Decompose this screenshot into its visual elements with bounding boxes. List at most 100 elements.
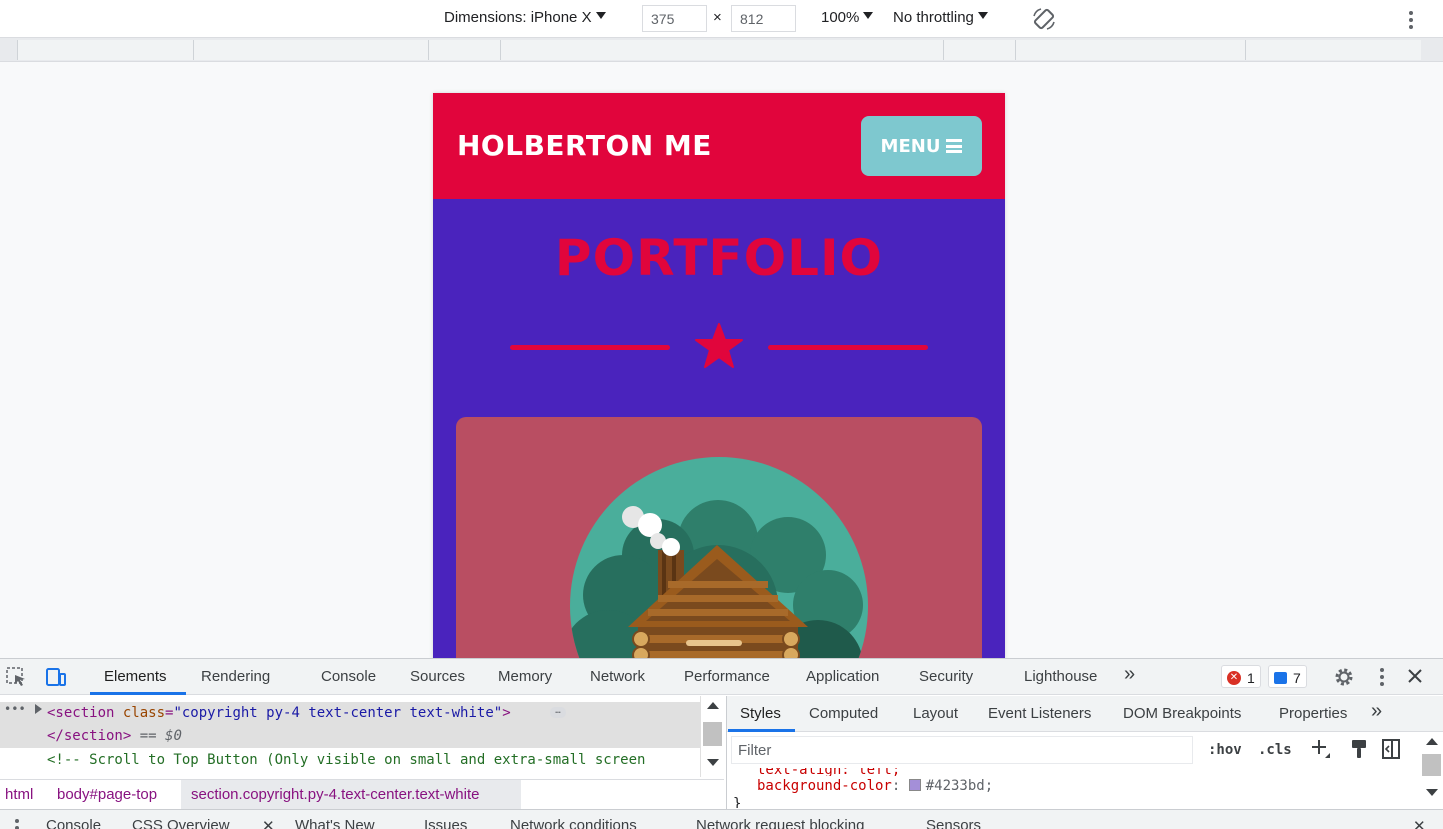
tab-application[interactable]: Application: [806, 668, 879, 685]
drawer-tab-css-overview[interactable]: CSS Overview: [132, 817, 230, 829]
height-input[interactable]: 812: [731, 5, 796, 32]
dimension-separator: ×: [713, 9, 722, 26]
scroll-up-icon[interactable]: [1426, 738, 1438, 745]
tab-lighthouse[interactable]: Lighthouse: [1024, 668, 1097, 685]
drawer-menu-icon[interactable]: [13, 818, 21, 829]
tab-event-listeners[interactable]: Event Listeners: [988, 705, 1091, 722]
inspect-element-icon[interactable]: [6, 667, 28, 687]
divider-line-right: [768, 345, 928, 350]
css-declaration[interactable]: background-color: #4233bd;: [757, 778, 993, 794]
drawer-tab-network-conditions[interactable]: Network conditions: [510, 817, 637, 829]
site-brand[interactable]: HOLBERTON ME: [457, 129, 712, 162]
devtools-panel: Elements Rendering Console Sources Memor…: [0, 658, 1443, 829]
scroll-down-icon[interactable]: [707, 759, 719, 766]
styles-scrollbar[interactable]: [1420, 732, 1443, 809]
scroll-down-icon[interactable]: [1426, 789, 1438, 796]
customize-menu-icon[interactable]: [1376, 667, 1388, 687]
throttling-select[interactable]: No throttling: [893, 9, 988, 26]
dom-node-section[interactable]: <section class="copyright py-4 text-cent…: [47, 705, 511, 721]
zoom-label: 100%: [821, 9, 860, 26]
crumb-section[interactable]: section.copyright.py-4.text-center.text-…: [191, 786, 479, 803]
toggle-sidebar-icon[interactable]: [1381, 738, 1401, 760]
drawer-tab-issues[interactable]: Issues: [424, 817, 467, 829]
device-toggle-icon[interactable]: [45, 667, 67, 687]
tab-sources[interactable]: Sources: [410, 668, 465, 685]
site-navbar: HOLBERTON ME MENU: [433, 93, 1005, 199]
menu-button[interactable]: MENU: [861, 116, 982, 176]
media-query-segment[interactable]: [428, 40, 500, 60]
tab-properties[interactable]: Properties: [1279, 705, 1347, 722]
tab-elements[interactable]: Elements: [104, 668, 167, 685]
drawer-tab-bar: Console CSS Overview ✕ What's New Issues…: [0, 809, 1443, 829]
scrollbar-thumb[interactable]: [1422, 754, 1441, 776]
expand-arrow-icon[interactable]: [35, 704, 42, 714]
errors-badge[interactable]: ✕ 1: [1221, 665, 1261, 688]
more-options-icon[interactable]: [1405, 10, 1417, 30]
dom-node-section-close[interactable]: </section> == $0: [47, 728, 182, 744]
media-query-bar: [0, 38, 1443, 62]
device-toolbar: Dimensions: iPhone X 375 × 812 100% No t…: [0, 0, 1443, 38]
node-options-icon[interactable]: •••: [4, 702, 26, 716]
cabin-illustration: [570, 457, 868, 658]
media-query-segment[interactable]: [943, 40, 1015, 60]
tab-layout[interactable]: Layout: [913, 705, 958, 722]
tab-security[interactable]: Security: [919, 668, 973, 685]
tab-dom-breakpoints[interactable]: DOM Breakpoints: [1123, 705, 1241, 722]
chevron-down-icon: [977, 12, 988, 19]
drawer-tab-whats-new[interactable]: What's New: [295, 817, 375, 829]
drawer-tab-sensors[interactable]: Sensors: [926, 817, 981, 829]
hamburger-icon: [946, 139, 963, 153]
tab-network[interactable]: Network: [590, 668, 645, 685]
media-query-segment[interactable]: [500, 40, 943, 60]
close-icon[interactable]: ✕: [262, 817, 275, 829]
styles-tab-bar: Styles Computed Layout Event Listeners D…: [727, 696, 1443, 732]
styles-filter-input[interactable]: Filter: [731, 736, 1193, 764]
media-query-segment[interactable]: [193, 40, 428, 60]
scrollbar-thumb[interactable]: [703, 722, 722, 746]
drawer-tab-console[interactable]: Console: [46, 817, 101, 829]
more-tabs-icon[interactable]: »: [1371, 700, 1382, 723]
attr-value: "copyright py-4 text-center text-white": [173, 705, 503, 721]
close-icon[interactable]: [1407, 668, 1423, 684]
media-query-segment[interactable]: [1015, 40, 1245, 60]
chevron-down-icon: [863, 12, 874, 19]
hover-state-toggle[interactable]: :hov: [1208, 742, 1242, 758]
add-rule-icon[interactable]: [1310, 738, 1332, 760]
tab-rendering[interactable]: Rendering: [201, 668, 270, 685]
tab-performance[interactable]: Performance: [684, 668, 770, 685]
media-query-segment[interactable]: [1245, 40, 1421, 60]
selected-marker: == $0: [139, 728, 182, 744]
tab-computed[interactable]: Computed: [809, 705, 878, 722]
more-tabs-icon[interactable]: »: [1124, 663, 1135, 686]
menu-button-label: MENU: [880, 135, 941, 157]
width-input[interactable]: 375: [642, 5, 707, 32]
paint-brush-icon[interactable]: [1349, 738, 1369, 760]
color-swatch[interactable]: [908, 779, 921, 791]
media-query-segment[interactable]: [17, 40, 193, 60]
tab-styles[interactable]: Styles: [740, 705, 781, 722]
css-rule-close: }: [733, 796, 742, 808]
zoom-select[interactable]: 100%: [821, 9, 874, 26]
close-drawer-icon[interactable]: ✕: [1413, 817, 1426, 829]
elements-tree: ••• <section class="copyright py-4 text-…: [0, 696, 724, 777]
rotate-icon[interactable]: [1031, 6, 1057, 32]
drawer-tab-network-request-blocking[interactable]: Network request blocking: [696, 817, 864, 829]
tab-memory[interactable]: Memory: [498, 668, 552, 685]
class-toggle[interactable]: .cls: [1258, 742, 1292, 758]
scroll-up-icon[interactable]: [707, 702, 719, 709]
ellipsis-icon[interactable]: …: [550, 707, 566, 718]
crumb-body[interactable]: body#page-top: [57, 786, 157, 803]
message-count: 7: [1293, 669, 1301, 686]
tab-console[interactable]: Console: [321, 668, 376, 685]
crumb-html[interactable]: html: [5, 786, 33, 803]
error-icon: ✕: [1227, 670, 1241, 685]
portfolio-item-card[interactable]: [456, 417, 982, 658]
active-tab-indicator: [728, 729, 795, 732]
devtools-tab-bar: Elements Rendering Console Sources Memor…: [0, 659, 1443, 695]
settings-gear-icon[interactable]: [1333, 666, 1355, 688]
messages-badge[interactable]: 7: [1268, 665, 1307, 688]
device-select[interactable]: Dimensions: iPhone X: [444, 9, 606, 26]
css-prop-value: #4233bd;: [925, 778, 994, 794]
elements-scrollbar[interactable]: [700, 696, 724, 777]
dom-comment-node[interactable]: <!-- Scroll to Top Button (Only visible …: [47, 752, 645, 768]
